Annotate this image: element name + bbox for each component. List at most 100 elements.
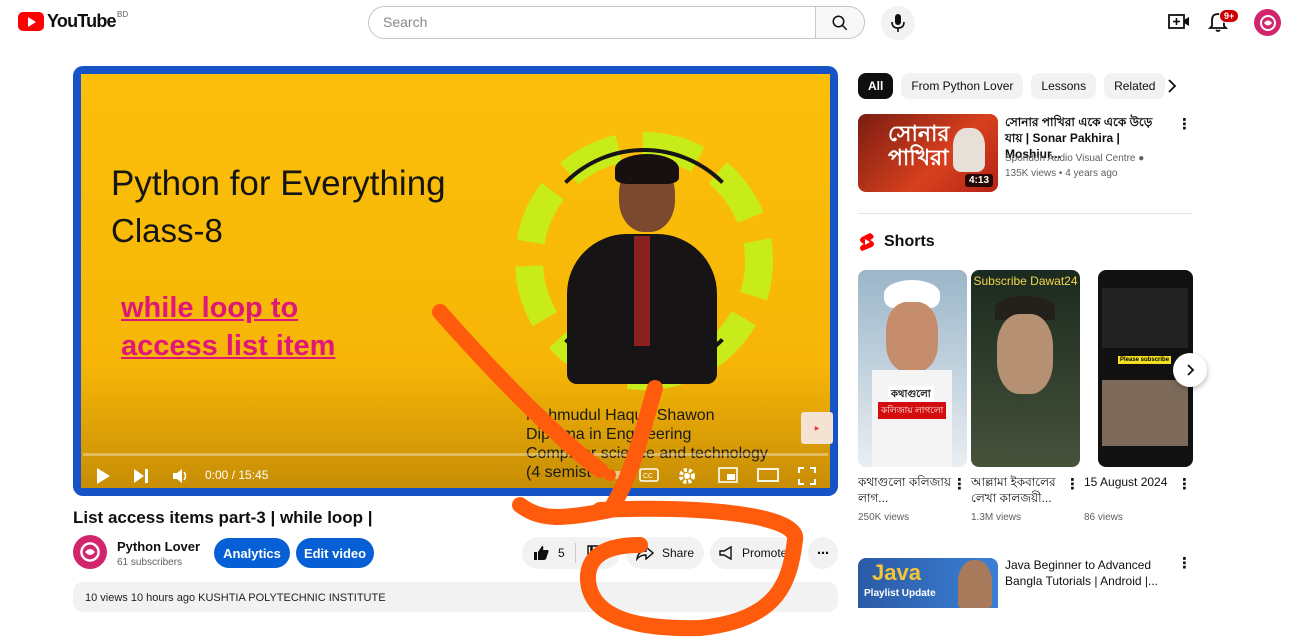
share-label: Share bbox=[662, 546, 695, 560]
play-icon[interactable] bbox=[95, 467, 111, 485]
frame-title-line1: Python for Everything bbox=[111, 164, 446, 203]
search-button[interactable] bbox=[815, 6, 865, 39]
short2-overlay: Subscribe Dawat24 bbox=[973, 274, 1078, 288]
short3-overlay: Please subscribe bbox=[1118, 356, 1172, 364]
rec-meta: 135K views • 4 years ago bbox=[1005, 168, 1118, 179]
like-dislike-group: 5 bbox=[522, 537, 620, 569]
shorts-label: Shorts bbox=[884, 233, 935, 250]
rec2-thumb-sub: Playlist Update bbox=[864, 588, 936, 599]
short-menu-icon-1[interactable]: ⋮ bbox=[952, 475, 967, 493]
autoplay-toggle-icon[interactable] bbox=[603, 467, 625, 483]
filter-chips: All From Python Lover Lessons Related bbox=[858, 73, 1166, 99]
edit-video-button[interactable]: Edit video bbox=[296, 538, 374, 568]
rec-channel-name: Spondon Audio Visual Centre bbox=[1005, 153, 1136, 164]
frame-subtitle-line2: access list item bbox=[121, 330, 336, 362]
shorts-next-button[interactable] bbox=[1173, 353, 1207, 387]
chip-from-channel[interactable]: From Python Lover bbox=[901, 73, 1024, 99]
short-menu-icon-3[interactable]: ⋮ bbox=[1177, 475, 1192, 493]
credit-line2: Diploma in Engineering bbox=[526, 426, 692, 443]
chip-all[interactable]: All bbox=[858, 73, 894, 99]
presenter-trim bbox=[634, 236, 650, 346]
shorts-icon bbox=[860, 233, 874, 251]
share-button[interactable]: Share bbox=[626, 537, 704, 569]
short-views-1: 250K views bbox=[858, 512, 910, 523]
next-icon[interactable] bbox=[133, 467, 149, 485]
short1-face bbox=[886, 302, 938, 372]
like-divider bbox=[574, 543, 576, 563]
rec2-menu-icon[interactable]: ⋮ bbox=[1177, 554, 1192, 572]
short-views-3: 86 views bbox=[1084, 512, 1123, 523]
top-bar: YouTube BD Search 9+ bbox=[0, 0, 1296, 48]
short-menu-icon-2[interactable]: ⋮ bbox=[1065, 475, 1080, 493]
channel-logo-icon bbox=[80, 542, 100, 562]
channel-name[interactable]: Python Lover bbox=[117, 539, 200, 554]
volume-icon[interactable] bbox=[172, 467, 190, 485]
short2-face bbox=[997, 314, 1053, 394]
promote-button[interactable]: Promote bbox=[710, 537, 800, 569]
credit-line1: Mahmudul Haque Shawon bbox=[526, 407, 715, 424]
like-count: 5 bbox=[558, 546, 565, 560]
rec-menu-icon[interactable]: ⋮ bbox=[1177, 115, 1192, 133]
country-code: BD bbox=[117, 10, 129, 19]
short-thumbnail-1[interactable]: কথাগুলো কলিজায় লাগলো bbox=[858, 270, 967, 467]
short-title-3[interactable]: 15 August 2024 bbox=[1084, 474, 1179, 490]
analytics-button[interactable]: Analytics bbox=[214, 538, 290, 568]
chip-related[interactable]: Related bbox=[1104, 73, 1166, 99]
rec-duration: 4:13 bbox=[965, 174, 994, 187]
settings-gear-icon[interactable] bbox=[678, 467, 696, 485]
svg-text:CC: CC bbox=[643, 473, 653, 480]
description-meta: 10 views 10 hours ago KUSHTIA POLYTECHNI… bbox=[85, 592, 386, 604]
thumbs-down-icon[interactable] bbox=[586, 544, 604, 562]
fullscreen-icon[interactable] bbox=[798, 467, 816, 485]
share-icon bbox=[636, 545, 654, 561]
frame-subtitle-line1: while loop to bbox=[121, 292, 299, 324]
presenter-hair bbox=[615, 154, 679, 184]
frame-title-line2: Class-8 bbox=[111, 212, 223, 249]
verified-icon: ● bbox=[1138, 153, 1145, 164]
youtube-logo[interactable]: YouTube BD bbox=[18, 10, 128, 32]
short-title-1[interactable]: কথাগুলো কলিজায় লাগ... bbox=[858, 474, 953, 506]
short3-code bbox=[1102, 288, 1188, 348]
chip-lessons[interactable]: Lessons bbox=[1031, 73, 1097, 99]
more-horizontal-icon: ⋯ bbox=[817, 546, 829, 560]
description-box[interactable]: 10 views 10 hours ago KUSHTIA POLYTECHNI… bbox=[73, 582, 838, 612]
logo-text: YouTube bbox=[47, 11, 117, 31]
search-icon bbox=[832, 15, 848, 30]
youtube-play-icon bbox=[18, 12, 44, 31]
chevron-right-icon[interactable] bbox=[1163, 77, 1181, 95]
rec2-title[interactable]: Java Beginner to Advanced Bangla Tutoria… bbox=[1005, 557, 1170, 589]
rec2-thumbnail[interactable]: Java Playlist Update bbox=[858, 558, 998, 608]
search-input[interactable]: Search bbox=[368, 6, 816, 39]
video-player[interactable]: Python for Everything Class-8 while loop… bbox=[73, 66, 838, 496]
rec-thumb-singer bbox=[953, 128, 985, 172]
short-views-2: 1.3M views bbox=[971, 512, 1022, 523]
shorts-header: Shorts bbox=[858, 232, 935, 252]
mic-icon bbox=[891, 14, 905, 32]
short3-presenter bbox=[1102, 380, 1188, 446]
chevron-right-icon bbox=[1187, 364, 1195, 376]
avatar[interactable] bbox=[1254, 9, 1281, 36]
sidebar-divider bbox=[858, 213, 1193, 214]
captions-icon[interactable]: CC bbox=[639, 467, 659, 483]
megaphone-icon bbox=[719, 545, 732, 561]
more-actions-button[interactable]: ⋯ bbox=[808, 537, 838, 569]
short-thumbnail-2[interactable]: Subscribe Dawat24 bbox=[971, 270, 1080, 467]
voice-search-button[interactable] bbox=[881, 6, 915, 40]
rec-channel[interactable]: Spondon Audio Visual Centre ● bbox=[1005, 153, 1144, 164]
avatar-logo-icon bbox=[1259, 14, 1276, 31]
video-frame[interactable]: Python for Everything Class-8 while loop… bbox=[81, 74, 833, 488]
create-button[interactable] bbox=[1168, 12, 1190, 37]
channel-subscribers: 61 subscribers bbox=[117, 557, 183, 568]
subscribe-watermark-icon[interactable]: ▶ bbox=[801, 412, 833, 444]
video-title: List access items part-3 | while loop | bbox=[73, 508, 373, 527]
rec-thumb-text: সোনার পাখিরা bbox=[888, 121, 950, 170]
rec2-thumb-person bbox=[958, 560, 992, 608]
short-title-2[interactable]: আল্লামা ইকবালের লেখা কালজয়ী... bbox=[971, 474, 1066, 506]
miniplayer-icon[interactable] bbox=[718, 467, 738, 483]
progress-bar[interactable] bbox=[83, 453, 828, 456]
channel-avatar[interactable] bbox=[73, 535, 107, 569]
thumbs-up-icon[interactable] bbox=[532, 544, 550, 562]
create-icon bbox=[1168, 14, 1189, 29]
theater-mode-icon[interactable] bbox=[757, 467, 779, 483]
time-display: 0:00 / 15:45 bbox=[205, 468, 269, 482]
